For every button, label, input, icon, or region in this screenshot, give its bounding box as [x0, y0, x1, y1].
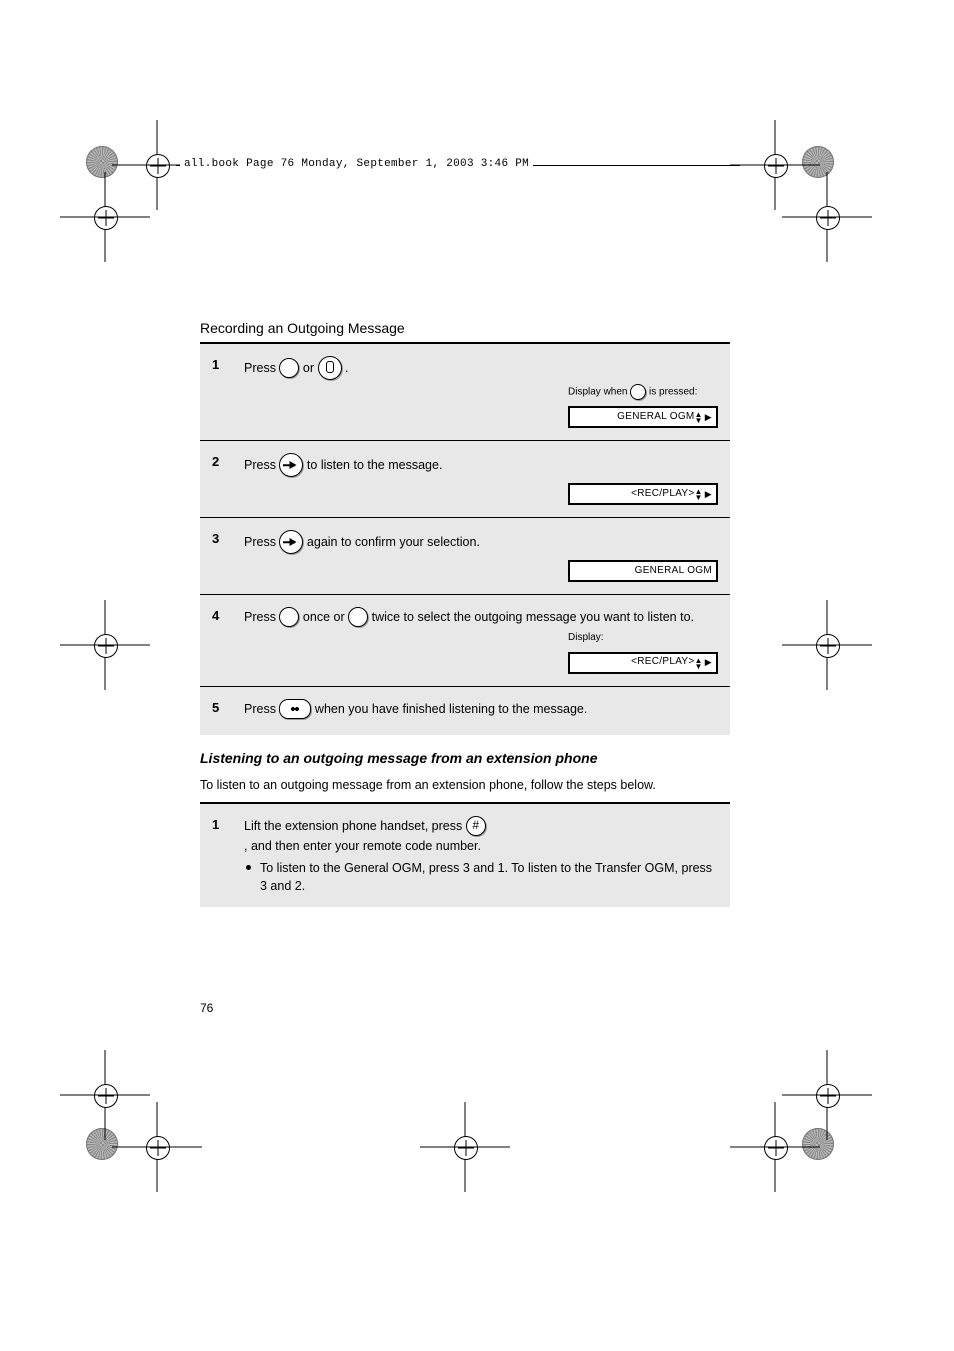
step-number: 1: [212, 816, 234, 895]
section-title: Recording an Outgoing Message: [200, 320, 730, 336]
step-number: 3: [212, 530, 234, 582]
step-number: 1: [212, 356, 234, 428]
play-button-icon: [279, 453, 303, 477]
mic-button-icon: [318, 356, 342, 380]
step-text: or: [303, 359, 314, 377]
play-button-icon: [279, 530, 303, 554]
step-text: once or: [303, 608, 345, 626]
lcd-display: <REC/PLAY> ▲▼ ▶: [568, 652, 718, 674]
step-text: Press: [244, 359, 276, 377]
hash-key-icon: [466, 816, 486, 836]
subsection-paragraph: To listen to an outgoing message from an…: [200, 776, 730, 794]
display-text: <REC/PLAY>: [631, 487, 694, 502]
circle-button-icon: [630, 384, 646, 400]
step-text: Press: [244, 608, 276, 626]
step-text: to listen to the message.: [307, 456, 443, 474]
step-number: 4: [212, 607, 234, 674]
right-arrow-icon: ▶: [705, 488, 712, 501]
step-number: 2: [212, 453, 234, 505]
step-row: 3 Press again to confirm your selection.…: [200, 518, 730, 595]
bullet-item: To listen to the General OGM, press 3 an…: [244, 859, 718, 895]
circle-button-icon: [279, 358, 299, 378]
step-row: 1 Press or . Display when is pressed: GE…: [200, 344, 730, 441]
registration-crosshair: [782, 1050, 872, 1140]
right-arrow-icon: ▶: [705, 656, 712, 669]
stop-button-icon: [279, 699, 311, 719]
circle-button-icon: [279, 607, 299, 627]
step-row: 1 Lift the extension phone handset, pres…: [200, 804, 730, 907]
page-number: 76: [200, 1001, 213, 1015]
lcd-display: GENERAL OGM ▲▼ ▶: [568, 406, 718, 428]
registration-crosshair: [60, 1050, 150, 1140]
updown-arrows-icon: ▲▼: [695, 412, 703, 424]
step-text: twice to select the outgoing message you…: [372, 608, 694, 626]
circle-button-icon: [348, 607, 368, 627]
step-number: 5: [212, 699, 234, 723]
updown-arrows-icon: ▲▼: [695, 658, 703, 670]
step-text: Press: [244, 456, 276, 474]
display-text: GENERAL OGM: [635, 564, 712, 579]
steps-panel: 1 Press or . Display when is pressed: GE…: [200, 344, 730, 735]
step-text: Press: [244, 700, 276, 718]
caption-text: Display when: [568, 387, 627, 398]
subsection-title: Listening to an outgoing message from an…: [200, 750, 730, 766]
display-caption: Display when is pressed:: [568, 384, 718, 400]
caption-text: is pressed:: [649, 387, 697, 398]
right-arrow-icon: ▶: [705, 411, 712, 424]
step-text: when you have finished listening to the …: [315, 700, 587, 718]
step-text: Lift the extension phone handset, press: [244, 817, 462, 835]
step-row: 2 Press to listen to the message. <REC/P…: [200, 441, 730, 518]
lcd-display: <REC/PLAY> ▲▼ ▶: [568, 483, 718, 505]
display-text: <REC/PLAY>: [631, 655, 694, 670]
registration-crosshair: [420, 1102, 510, 1192]
registration-crosshair: [782, 172, 872, 262]
step-text: Press: [244, 533, 276, 551]
steps-panel: 1 Lift the extension phone handset, pres…: [200, 804, 730, 907]
display-text: GENERAL OGM: [617, 410, 694, 425]
registration-crosshair: [60, 172, 150, 262]
lcd-display: GENERAL OGM: [568, 560, 718, 582]
updown-arrows-icon: ▲▼: [695, 489, 703, 501]
display-caption: Display:: [568, 631, 718, 646]
step-text: , and then enter your remote code number…: [244, 837, 481, 855]
step-row: 4 Press once or twice to select the outg…: [200, 595, 730, 687]
registration-crosshair: [60, 600, 150, 690]
registration-crosshair: [782, 600, 872, 690]
running-header: all.book Page 76 Monday, September 1, 20…: [180, 158, 533, 170]
step-text: again to confirm your selection.: [307, 533, 480, 551]
step-text: .: [345, 359, 348, 377]
